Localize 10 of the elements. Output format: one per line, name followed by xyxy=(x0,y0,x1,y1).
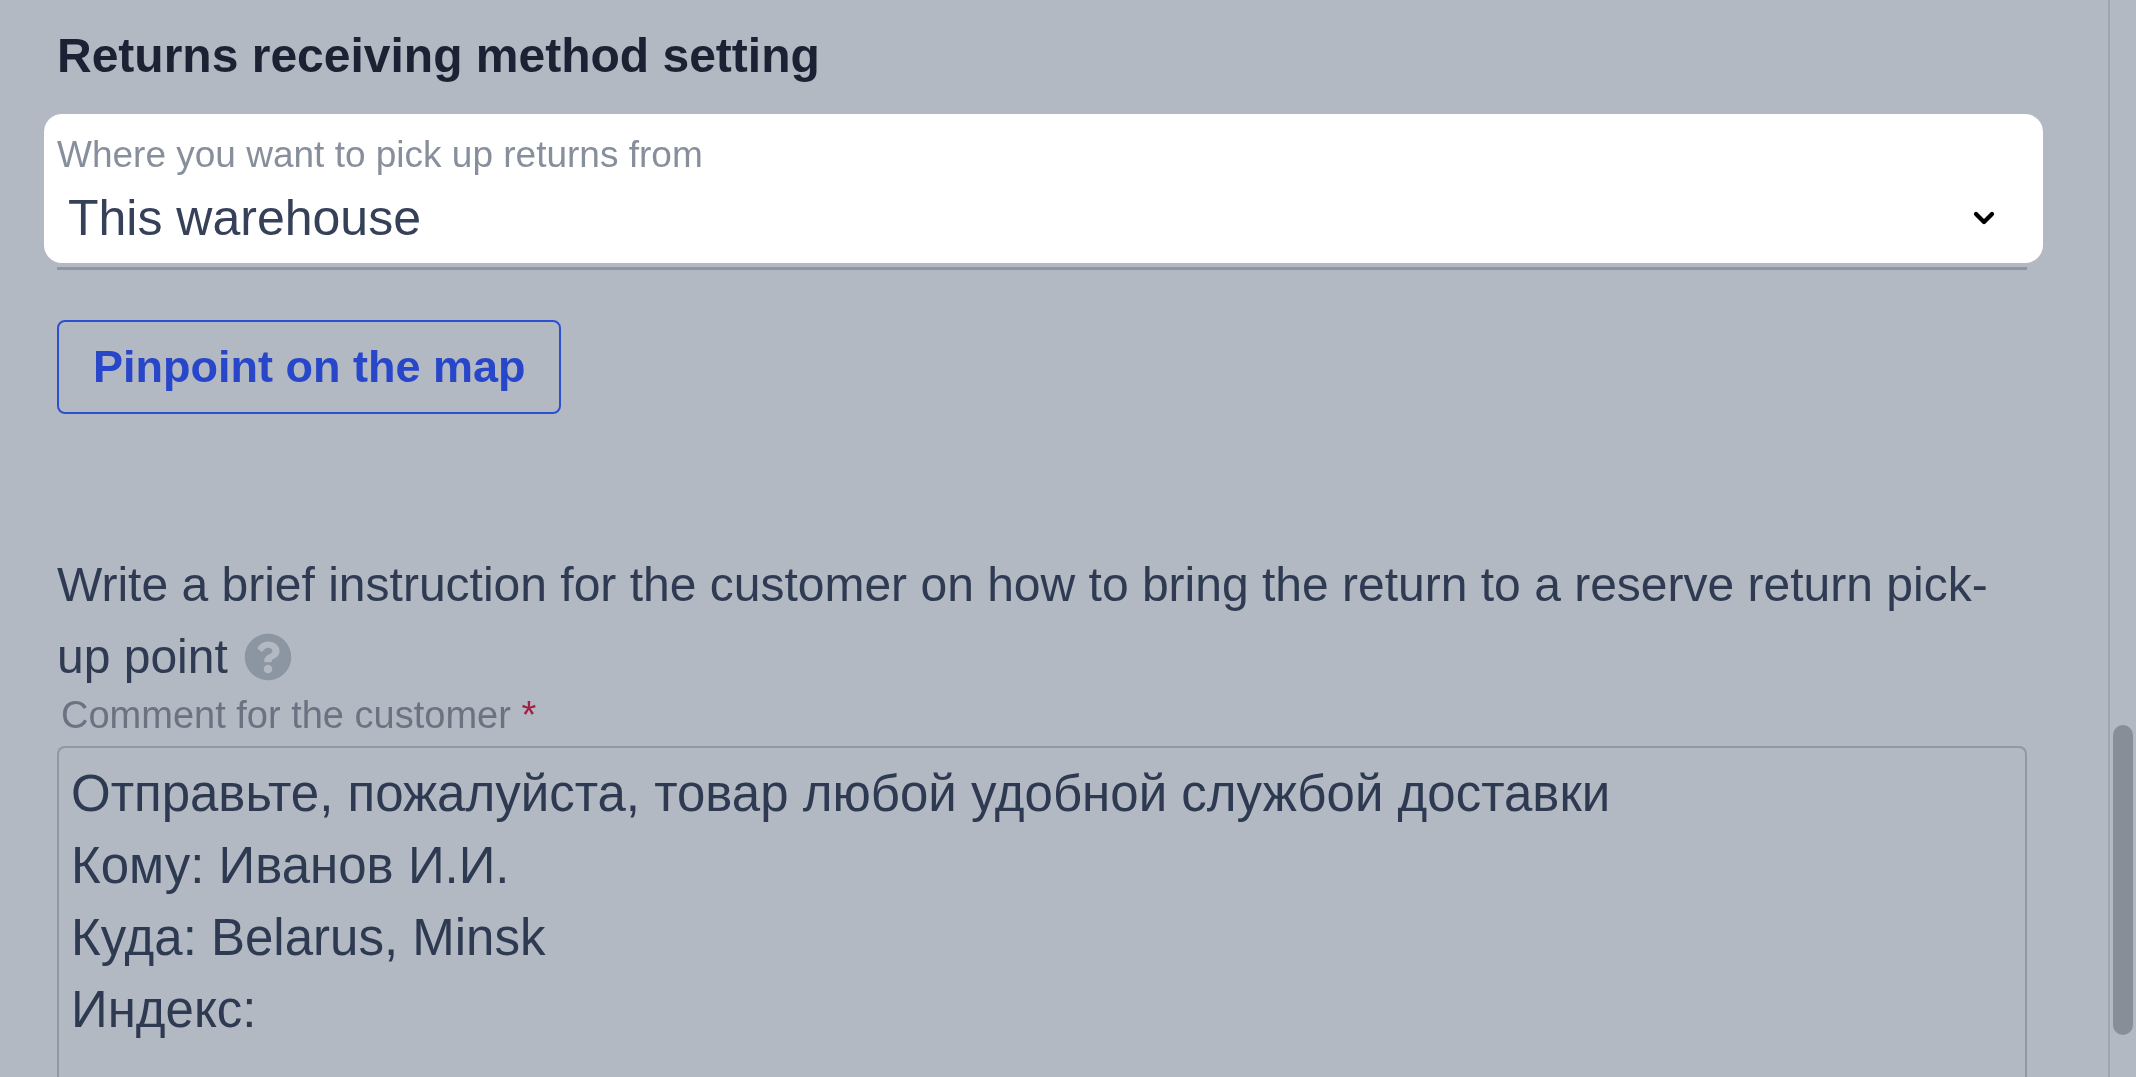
pinpoint-map-button[interactable]: Pinpoint on the map xyxy=(57,320,562,414)
comment-label: Comment for the customer * xyxy=(61,693,537,737)
comment-textarea[interactable]: Отправьте, пожалуйста, товар любой удобной службой доставки Кому: Иванов И.И. Куда: Belarus, Minsk Индекс: xyxy=(57,746,2027,1077)
select-value: This warehouse xyxy=(68,190,421,246)
section-title: Returns receiving method setting xyxy=(57,28,820,84)
help-icon[interactable] xyxy=(243,633,292,681)
select-label: Where you want to pick up returns from xyxy=(57,134,703,176)
pickup-select[interactable]: Where you want to pick up returns from This warehouse xyxy=(44,114,2043,263)
scrollbar-thumb[interactable] xyxy=(2113,725,2133,1035)
instruction-text: Write a brief instruction for the customer on how to bring the return to a reserve return pick-up point xyxy=(57,557,1989,685)
